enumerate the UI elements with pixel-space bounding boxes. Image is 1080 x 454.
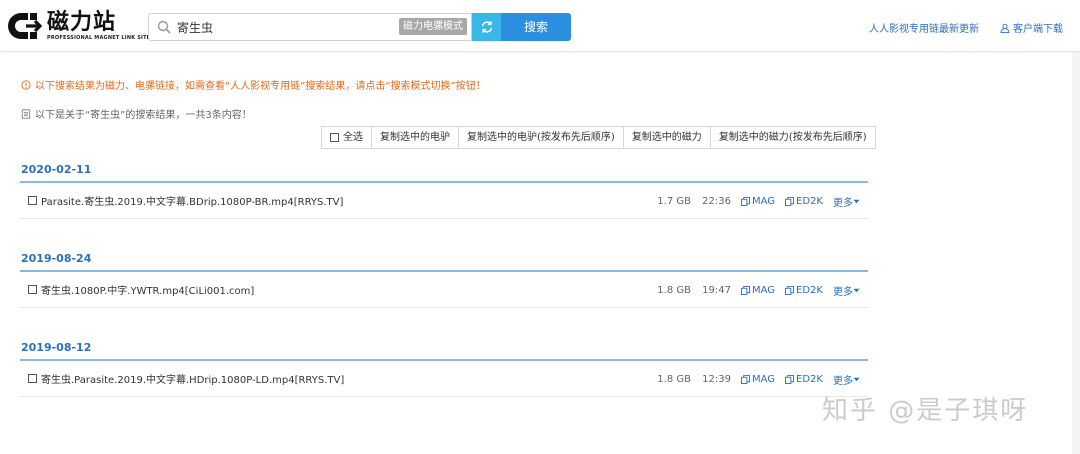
search-notice: 以下搜索结果为磁力、电骡链接，如需查看“人人影视专用链”搜索结果，请点击“搜索模…	[21, 77, 486, 92]
result-group: 2020-02-11 Parasite.寄生虫.2019.中文字幕.BDrip.…	[20, 157, 868, 219]
mag-label: MAG	[752, 373, 776, 385]
ed2k-label: ED2K	[796, 195, 823, 207]
search-button[interactable]: 搜索	[501, 13, 571, 41]
result-checkbox[interactable]	[28, 196, 37, 205]
result-time: 22:36	[702, 195, 731, 207]
copy-icon	[785, 285, 795, 295]
rrys-update-link[interactable]: 人人影视专用链最新更新	[869, 20, 979, 35]
copy-icon	[741, 374, 750, 384]
search-icon	[157, 20, 171, 34]
copy-ed2k-button[interactable]: 复制选中的电驴	[371, 127, 458, 148]
notice-text: 以下搜索结果为磁力、电骡链接，如需查看“人人影视专用链”搜索结果，请点击“搜索模…	[35, 81, 486, 92]
copy-ed2k-link[interactable]: ED2K	[785, 196, 823, 207]
select-all-label: 全选	[343, 132, 363, 143]
user-icon	[1000, 23, 1010, 33]
copy-icon	[741, 285, 750, 295]
result-size: 1.8 GB	[657, 373, 691, 385]
result-row: 寄生虫.1080P.中字.YWTR.mp4[CiLi001.com] 1.8 G…	[20, 272, 868, 308]
search-mode-switch-button[interactable]	[472, 13, 502, 41]
mag-label: MAG	[752, 284, 776, 296]
result-group: 2019-08-24 寄生虫.1080P.中字.YWTR.mp4[CiLi001…	[20, 246, 868, 308]
checkbox-icon	[330, 133, 339, 142]
result-checkbox[interactable]	[28, 285, 37, 294]
copy-icon	[785, 374, 795, 384]
copy-magnet-button[interactable]: 复制选中的磁力	[622, 127, 710, 148]
mag-label: MAG	[752, 195, 776, 207]
result-size: 1.7 GB	[657, 195, 691, 207]
logo-subtitle: PROFESSIONAL MAGNET LINK SITE	[47, 34, 151, 41]
copy-ed2k-sorted-button[interactable]: 复制选中的电驴(按发布先后顺序)	[458, 127, 623, 148]
result-checkbox[interactable]	[28, 374, 37, 383]
site-logo[interactable]: 磁力站 PROFESSIONAL MAGNET LINK SITE	[6, 9, 150, 43]
search-box: 磁力电骡模式	[148, 13, 472, 41]
copy-magnet-sorted-button[interactable]: 复制选中的磁力(按发布先后顺序)	[709, 127, 875, 148]
caret-down-icon	[853, 288, 860, 292]
copy-ed2k-link[interactable]: ED2K	[785, 374, 823, 385]
top-header: 磁力站 PROFESSIONAL MAGNET LINK SITE 磁力电骡模式…	[0, 0, 1080, 52]
copy-magnet-link[interactable]: MAG	[741, 374, 775, 385]
magnet-logo-icon	[8, 13, 43, 39]
caret-down-icon	[853, 377, 860, 381]
zhihu-watermark: 知乎 @是子琪呀	[822, 396, 1029, 426]
copy-magnet-link[interactable]: MAG	[741, 285, 775, 296]
caret-down-icon	[853, 199, 860, 203]
more-label: 更多	[833, 197, 853, 209]
result-date: 2019-08-12	[20, 335, 868, 361]
result-time: 12:39	[702, 373, 731, 385]
info-icon	[21, 79, 31, 90]
result-summary: 以下是关于“寄生虫”的搜索结果，一共3条内容！	[21, 106, 252, 121]
copy-icon	[741, 196, 750, 206]
result-date: 2020-02-11	[20, 157, 868, 183]
copy-ed2k-link[interactable]: ED2K	[785, 285, 823, 296]
refresh-icon	[481, 21, 493, 33]
client-download-label: 客户端下载	[1013, 24, 1063, 35]
more-label: 更多	[833, 375, 853, 387]
list-icon	[21, 108, 31, 119]
copy-icon	[785, 196, 795, 206]
result-row: 寄生虫.Parasite.2019.中文字幕.HDrip.1080P-LD.mp…	[20, 361, 868, 397]
ed2k-label: ED2K	[796, 373, 823, 385]
ed2k-label: ED2K	[796, 284, 823, 296]
result-row: Parasite.寄生虫.2019.中文字幕.BDrip.1080P-BR.mp…	[20, 183, 868, 219]
search-input[interactable]	[177, 18, 397, 36]
result-file-name[interactable]: Parasite.寄生虫.2019.中文字幕.BDrip.1080P-BR.mp…	[41, 193, 343, 208]
client-download-link[interactable]: 客户端下载	[1000, 20, 1063, 35]
copy-magnet-link[interactable]: MAG	[741, 196, 775, 207]
result-date: 2019-08-24	[20, 246, 868, 272]
select-all-checkbox[interactable]: 全选	[322, 127, 371, 148]
result-file-name[interactable]: 寄生虫.Parasite.2019.中文字幕.HDrip.1080P-LD.mp…	[41, 371, 344, 386]
page-scrollbar[interactable]	[1072, 52, 1080, 454]
result-time: 19:47	[702, 284, 731, 296]
search-mode-badge: 磁力电骡模式	[399, 18, 467, 35]
logo-name: 磁力站	[47, 9, 117, 35]
batch-toolbar: 全选 复制选中的电驴 复制选中的电驴(按发布先后顺序) 复制选中的磁力 复制选中…	[321, 126, 876, 149]
result-file-name[interactable]: 寄生虫.1080P.中字.YWTR.mp4[CiLi001.com]	[41, 282, 254, 297]
more-label: 更多	[833, 286, 853, 298]
more-dropdown[interactable]: 更多	[833, 194, 860, 209]
result-group: 2019-08-12 寄生虫.Parasite.2019.中文字幕.HDrip.…	[20, 335, 868, 397]
more-dropdown[interactable]: 更多	[833, 372, 860, 387]
result-size: 1.8 GB	[657, 284, 691, 296]
summary-text: 以下是关于“寄生虫”的搜索结果，一共3条内容！	[35, 110, 252, 121]
more-dropdown[interactable]: 更多	[833, 283, 860, 298]
